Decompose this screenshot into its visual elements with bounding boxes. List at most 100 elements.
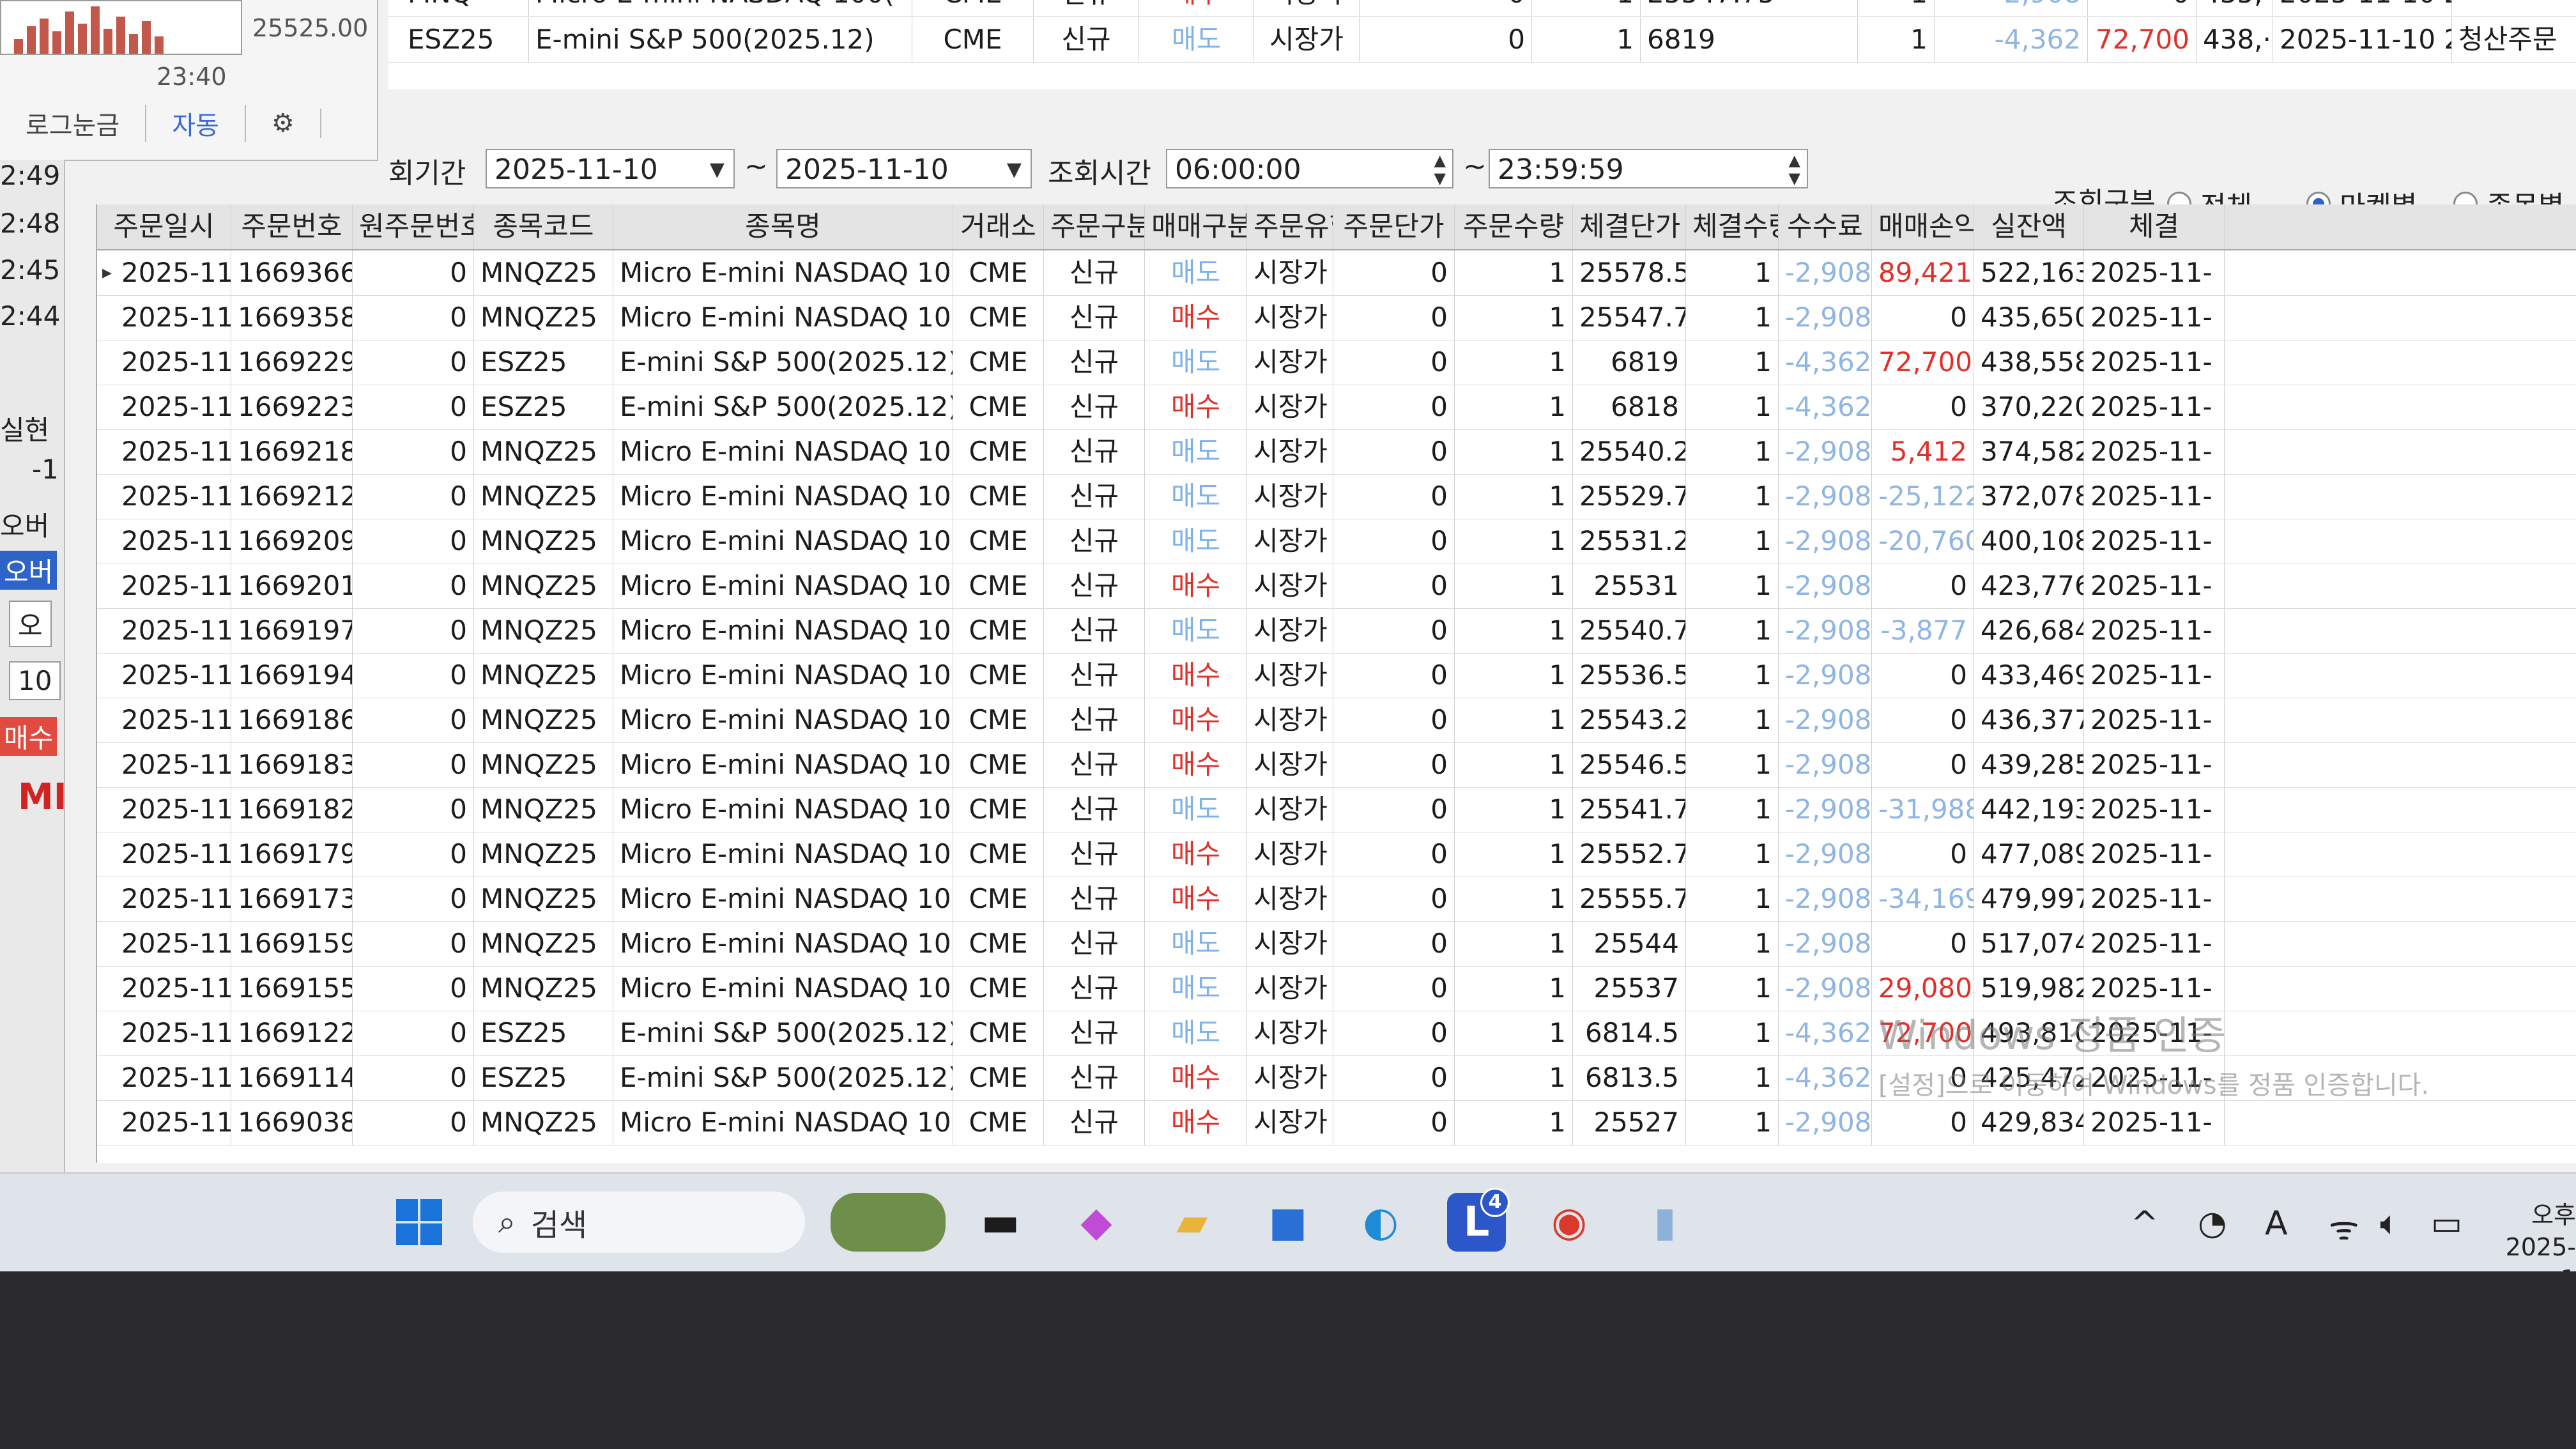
table-row[interactable]: 2025-11-10 23:···16693580MNQZ25Micro E-m…: [97, 295, 2576, 341]
table-cell: Micro E-mini NASDAQ 100(···: [613, 653, 953, 698]
auto-scale-button[interactable]: 자동: [146, 105, 246, 142]
time-to-input[interactable]: 23:59:59 ▲ ▼: [1489, 149, 1808, 188]
table-cell: 370,220: [1974, 385, 2084, 429]
gear-icon[interactable]: ⚙: [246, 109, 321, 138]
chrome-icon[interactable]: ◉: [1540, 1193, 1598, 1252]
table-cell: 25547.75: [1573, 295, 1686, 340]
network-status-icon[interactable]: ◔: [2198, 1204, 2227, 1243]
table-row[interactable]: 2025-11-10 22:···16692180MNQZ25Micro E-m…: [97, 429, 2576, 475]
column-header[interactable]: 실잔액: [1974, 204, 2084, 249]
store-icon[interactable]: ■: [1259, 1193, 1317, 1252]
table-row[interactable]: ESZ25 E-mini S&P 500(2025.12) CME 신규 매도 시장가 0 1…: [388, 17, 2576, 63]
battery-icon[interactable]: ▭: [2431, 1204, 2462, 1243]
date-from-picker[interactable]: 2025-11-10 ▼: [486, 149, 735, 188]
edge-icon[interactable]: ◐: [1351, 1193, 1410, 1252]
table-cell: 25555.75: [1573, 877, 1686, 921]
trading-app-icon[interactable]: ▮: [1636, 1193, 1694, 1252]
table-cell: 2025-11-10 23:···: [97, 250, 231, 295]
table-row[interactable]: ▸2025-11-10 23:···16693660MNQZ25Micro E-…: [97, 250, 2576, 296]
table-row[interactable]: 2025-11-10 22:···16692230ESZ25E-mini S&P…: [97, 385, 2576, 430]
overnight-button[interactable]: 오버: [0, 551, 57, 590]
table-cell: -2,908: [1779, 921, 1872, 966]
table-cell: 1: [1455, 250, 1573, 295]
column-header[interactable]: 주문단가: [1333, 204, 1455, 249]
table-cell: 매수: [1145, 385, 1247, 429]
table-cell: 신규: [1044, 295, 1145, 340]
table-cell: 2025-11-10 22:···: [97, 385, 231, 429]
taskbar-clock[interactable]: 오후 2025-1: [2492, 1199, 2576, 1271]
column-header[interactable]: 체결단가: [1573, 204, 1686, 249]
table-row[interactable]: 2025-11-10 22:···16691970MNQZ25Micro E-m…: [97, 608, 2576, 654]
table-cell: 0: [1872, 1055, 1974, 1100]
chevron-down-icon[interactable]: ▼: [1007, 150, 1022, 190]
table-cell: 0: [353, 921, 474, 966]
volume-bar: [65, 11, 74, 54]
taskbar-search[interactable]: ⌕ 검색: [473, 1192, 805, 1253]
table-row[interactable]: 2025-11-10 22:···16691220ESZ25E-mini S&P…: [97, 1011, 2576, 1056]
table-row[interactable]: 2025-11-10 22:···16691830MNQZ25Micro E-m…: [97, 742, 2576, 788]
date-to-picker[interactable]: 2025-11-10 ▼: [776, 149, 1032, 188]
column-header[interactable]: 주문번호: [231, 204, 353, 249]
start-icon[interactable]: [390, 1193, 448, 1252]
table-row[interactable]: 2025-11-10 22:···16692010MNQZ25Micro E-m…: [97, 564, 2576, 609]
table-cell: Micro E-mini NASDAQ 100(···: [613, 608, 953, 653]
table-row[interactable]: 2025-11-10 22:···16691140ESZ25E-mini S&P…: [97, 1055, 2576, 1101]
column-header[interactable]: 매매손익: [1872, 204, 1974, 249]
column-header[interactable]: 수수료: [1779, 204, 1872, 249]
column-header[interactable]: 체결: [2084, 204, 2225, 249]
quantity-field[interactable]: 10: [9, 661, 61, 700]
table-cell: 1: [1686, 787, 1779, 832]
table-row[interactable]: 2025-11-10 22:···16691790MNQZ25Micro E-m…: [97, 832, 2576, 877]
column-header[interactable]: 원주문번호: [353, 204, 474, 249]
table-row[interactable]: 2025-11-10 22:···16692120MNQZ25Micro E-m…: [97, 474, 2576, 519]
table-row[interactable]: 2025-11-10 22:···16691550MNQZ25Micro E-m…: [97, 966, 2576, 1011]
column-header[interactable]: 매매구분: [1145, 204, 1247, 249]
table-row[interactable]: 2025-11-10 22:···16692090MNQZ25Micro E-m…: [97, 519, 2576, 564]
file-explorer-icon[interactable]: ▰: [1163, 1193, 1222, 1252]
spinner-icon[interactable]: ▲ ▼: [1434, 151, 1446, 187]
table-row[interactable]: MNQMicro E-mini NASDAQ 100(···CME신규매수시장가…: [388, 0, 2576, 17]
spinner-icon[interactable]: ▲ ▼: [1789, 151, 1800, 187]
table-row[interactable]: 2025-11-10 22:···16691860MNQZ25Micro E-m…: [97, 698, 2576, 743]
log-scale-button[interactable]: 로그눈금: [0, 105, 147, 142]
table-row[interactable]: 2025-11-10 22:···16691590MNQZ25Micro E-m…: [97, 921, 2576, 967]
table-row[interactable]: 2025-11-10 22:···16691730MNQZ25Micro E-m…: [97, 877, 2576, 922]
table-cell: Micro E-mini NASDAQ 100(···: [613, 474, 953, 519]
column-header[interactable]: 주문수량: [1455, 204, 1573, 249]
app-l-icon[interactable]: L 4: [1447, 1188, 1510, 1252]
copilot-icon[interactable]: ◆: [1067, 1193, 1126, 1252]
column-header[interactable]: 주문일시: [97, 204, 231, 249]
table-cell: 0: [353, 832, 474, 877]
widgets-icon[interactable]: [831, 1193, 946, 1252]
table-row[interactable]: 2025-11-10 22:···16691820MNQZ25Micro E-m…: [97, 787, 2576, 832]
column-header[interactable]: 체결수량: [1686, 204, 1779, 249]
table-cell: -2,908: [1779, 295, 1872, 340]
side-button[interactable]: 오: [9, 601, 52, 647]
column-header[interactable]: 종목코드: [474, 204, 613, 249]
column-header[interactable]: 거래소: [953, 204, 1044, 249]
table-cell: Micro E-mini NASDAQ 100(···: [613, 787, 953, 832]
table-cell: MNQZ25: [474, 832, 613, 877]
time-from-input[interactable]: 06:00:00 ▲ ▼: [1166, 149, 1453, 188]
table-cell: Micro E-mini NASDAQ 100(···: [529, 0, 912, 16]
task-view-icon[interactable]: ▬: [971, 1193, 1030, 1252]
column-header[interactable]: 주문유형: [1247, 204, 1333, 249]
table-cell: CME: [953, 608, 1044, 653]
table-row[interactable]: 2025-11-10 21:···16690380MNQZ25Micro E-m…: [97, 1100, 2576, 1146]
chevron-down-icon[interactable]: ▼: [710, 150, 724, 190]
table-row[interactable]: 2025-11-10 22:···16691940MNQZ25Micro E-m…: [97, 653, 2576, 698]
table-cell: 2025-11-10 22:···: [97, 698, 231, 742]
column-header[interactable]: 주문구분: [1044, 204, 1145, 249]
table-row[interactable]: 2025-11-10 22:···16692290ESZ25E-mini S&P…: [97, 340, 2576, 385]
wifi-icon[interactable]: ᯤ: [2329, 1204, 2359, 1250]
table-cell: 신규: [1044, 340, 1145, 385]
table-cell: CME: [953, 519, 1044, 564]
table-cell: 시장가: [1247, 698, 1333, 742]
volume-icon[interactable]: 🔈︎: [2380, 1204, 2400, 1243]
input-method-icon[interactable]: A: [2265, 1204, 2288, 1243]
chevron-up-icon[interactable]: ^: [2131, 1204, 2159, 1243]
table-cell: 425,472: [1974, 1055, 2084, 1100]
table-cell: 0: [353, 608, 474, 653]
buy-button[interactable]: 매수: [0, 717, 57, 756]
column-header[interactable]: 종목명: [613, 204, 953, 249]
